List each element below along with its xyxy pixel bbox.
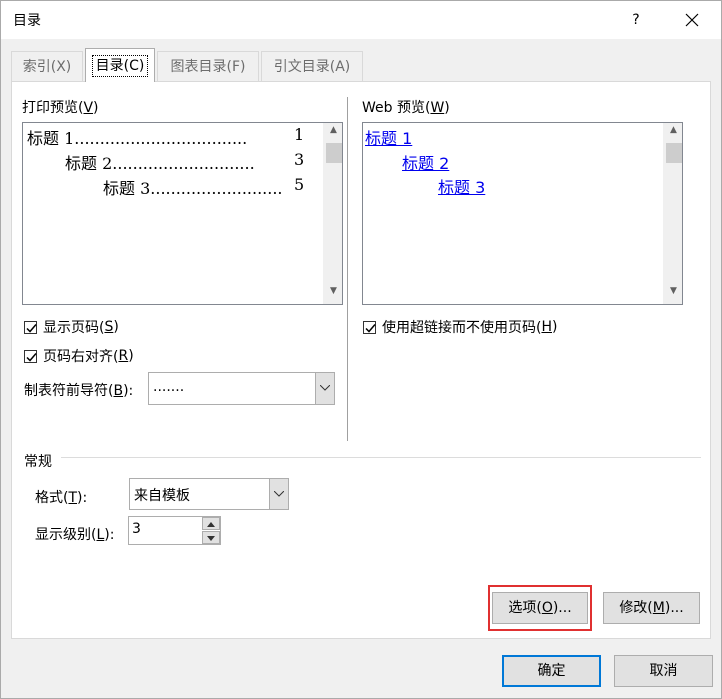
print-toc-page-3: 5 [294, 175, 305, 194]
print-toc-page-2: 3 [294, 150, 305, 169]
format-value: 来自模板 [134, 488, 190, 504]
print-toc-line-2: 标题 2............................ [65, 154, 255, 173]
print-preview-box[interactable]: 标题 1.................................. 1… [22, 122, 343, 305]
chevron-down-icon[interactable] [315, 373, 334, 404]
tab-toc-label: 目录(C) [91, 55, 149, 77]
show-levels-label: 显示级别(L): [35, 527, 115, 543]
window-title: 目录 [13, 13, 41, 29]
column-divider [347, 97, 348, 441]
stepper-down-icon[interactable] [202, 531, 220, 544]
web-preview-scrollbar[interactable]: ▲ ▼ [663, 123, 682, 304]
general-section-label: 常规 [24, 454, 52, 470]
tab-toc[interactable]: 目录(C) [85, 48, 155, 82]
ok-button[interactable]: 确定 [502, 655, 601, 687]
tab-leader-value: ....... [153, 379, 185, 395]
scroll-thumb[interactable] [666, 143, 682, 163]
show-levels-value: 3 [132, 521, 141, 537]
web-toc-link-1[interactable]: 标题 1 [365, 125, 412, 149]
general-divider [61, 457, 701, 458]
toc-dialog: 目录 ? 索引(X) 目录(C) 图表目录(F) 引文目录(A) 打印预览(V)… [0, 0, 722, 699]
tab-leader-label: 制表符前导符(B): [24, 383, 134, 399]
tab-figures[interactable]: 图表目录(F) [157, 51, 259, 81]
print-toc-line-1: 标题 1.................................. [27, 129, 248, 148]
use-hyperlinks-checkbox[interactable]: 使用超链接而不使用页码(H) [363, 317, 557, 337]
scroll-thumb[interactable] [326, 143, 342, 163]
checkbox-checked-icon [363, 320, 376, 334]
print-preview-label: 打印预览(V) [22, 100, 99, 116]
show-page-numbers-checkbox[interactable]: 显示页码(S) [24, 317, 119, 337]
stepper-up-icon[interactable] [202, 517, 220, 530]
format-select[interactable]: 来自模板 [129, 478, 289, 510]
checkbox-checked-icon [24, 349, 37, 363]
title-bar: 目录 ? [1, 1, 721, 39]
web-toc-link-3[interactable]: 标题 3 [438, 174, 485, 198]
web-toc-link-2[interactable]: 标题 2 [402, 150, 449, 174]
chevron-down-icon[interactable] [269, 479, 288, 509]
scroll-up-icon[interactable]: ▲ [324, 125, 343, 141]
scroll-down-icon[interactable]: ▼ [664, 286, 683, 302]
help-button[interactable]: ? [621, 5, 651, 35]
close-icon [685, 13, 699, 27]
print-toc-page-1: 1 [294, 125, 305, 144]
tab-citations[interactable]: 引文目录(A) [261, 51, 363, 81]
tab-leader-select[interactable]: ....... [148, 372, 335, 405]
scroll-up-icon[interactable]: ▲ [664, 125, 683, 141]
stepper-buttons [202, 517, 220, 544]
right-align-checkbox[interactable]: 页码右对齐(R) [24, 346, 134, 366]
show-levels-stepper[interactable]: 3 [128, 516, 221, 545]
print-toc-line-3: 标题 3.......................... [103, 179, 283, 198]
modify-button[interactable]: 修改(M)... [603, 592, 700, 624]
close-button[interactable] [673, 5, 711, 35]
tab-panel: 打印预览(V) 标题 1............................… [11, 81, 711, 639]
print-preview-scrollbar[interactable]: ▲ ▼ [323, 123, 342, 304]
checkbox-checked-icon [24, 320, 37, 334]
cancel-button[interactable]: 取消 [614, 655, 713, 687]
tab-index[interactable]: 索引(X) [11, 51, 83, 81]
format-label: 格式(T): [35, 490, 88, 506]
web-preview-label: Web 预览(W) [362, 100, 450, 116]
highlight-box [488, 585, 592, 631]
web-preview-box[interactable]: 标题 1 标题 2 标题 3 ▲ ▼ [362, 122, 683, 305]
scroll-down-icon[interactable]: ▼ [324, 286, 343, 302]
